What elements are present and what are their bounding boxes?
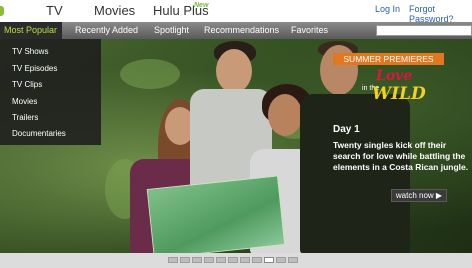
- tab-recommendations[interactable]: Recommendations: [204, 25, 279, 35]
- dropdown-item-documentaries[interactable]: Documentaries: [12, 129, 66, 138]
- search-input[interactable]: [376, 25, 472, 36]
- pager-dots: [168, 257, 298, 263]
- pager-dot[interactable]: [216, 257, 226, 263]
- watch-now-button[interactable]: watch now ▶: [391, 189, 447, 202]
- pager-dot[interactable]: [252, 257, 262, 263]
- tab-recently-added[interactable]: Recently Added: [75, 25, 138, 35]
- logo-wild-text: WILD: [372, 84, 426, 104]
- pager-dot[interactable]: [192, 257, 202, 263]
- dropdown-item-tv-shows[interactable]: TV Shows: [12, 47, 48, 56]
- tab-spotlight[interactable]: Spotlight: [154, 25, 189, 35]
- dropdown-item-movies[interactable]: Movies: [12, 97, 37, 106]
- dropdown-item-tv-clips[interactable]: TV Clips: [12, 80, 42, 89]
- carousel-pager: [0, 253, 472, 268]
- nav-tv[interactable]: TV: [46, 3, 63, 18]
- nav-movies[interactable]: Movies: [94, 3, 135, 18]
- love-in-the-wild-logo[interactable]: Love in the WILD: [362, 68, 426, 106]
- logo-love-text: Love: [376, 68, 413, 84]
- pager-dot[interactable]: [264, 257, 274, 263]
- pager-dot[interactable]: [240, 257, 250, 263]
- dropdown-item-trailers[interactable]: Trailers: [12, 113, 38, 122]
- pager-dot[interactable]: [204, 257, 214, 263]
- episode-description: Twenty singles kick off their search for…: [333, 140, 469, 172]
- jungle-foliage: [120, 59, 180, 89]
- new-badge: New: [194, 2, 209, 9]
- secondary-navigation: Most Popular Recently Added Spotlight Re…: [0, 22, 472, 39]
- login-link[interactable]: Log In: [375, 4, 400, 14]
- summer-premieres-banner: SUMMER PREMIERES: [333, 53, 444, 65]
- episode-title: Day 1: [333, 124, 360, 135]
- forgot-password-link[interactable]: Forgot Password?: [409, 4, 472, 24]
- pager-dot[interactable]: [168, 257, 178, 263]
- pager-dot[interactable]: [288, 257, 298, 263]
- tab-favorites[interactable]: Favorites: [291, 25, 328, 35]
- pager-dot[interactable]: [180, 257, 190, 263]
- dropdown-item-tv-episodes[interactable]: TV Episodes: [12, 64, 57, 73]
- most-popular-dropdown: TV Shows TV Episodes TV Clips Movies Tra…: [0, 39, 101, 145]
- top-navigation: TV Movies Hulu Plus New Log In Forgot Pa…: [0, 0, 472, 24]
- hulu-logo-fragment[interactable]: [0, 6, 8, 16]
- pager-dot[interactable]: [276, 257, 286, 263]
- map-prop: [146, 175, 286, 253]
- tab-most-popular[interactable]: Most Popular: [4, 25, 57, 35]
- pager-dot[interactable]: [228, 257, 238, 263]
